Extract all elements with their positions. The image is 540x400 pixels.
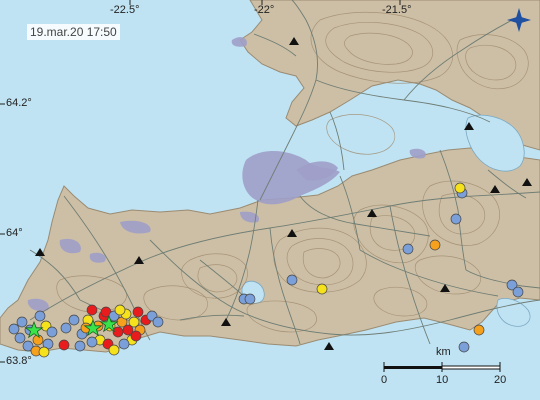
longitude-label: -22.5° bbox=[110, 4, 140, 16]
earthquake-marker bbox=[108, 344, 120, 356]
scale-tick-10: 10 bbox=[436, 374, 449, 386]
earthquake-marker bbox=[473, 324, 485, 336]
scale-bar: km 0 10 20 bbox=[380, 346, 512, 390]
latitude-label: 64.2° bbox=[6, 97, 32, 109]
earthquake-marker bbox=[58, 339, 70, 351]
earthquake-marker bbox=[16, 316, 28, 328]
earthquake-marker bbox=[8, 323, 20, 335]
earthquake-marker bbox=[114, 304, 126, 316]
earthquake-marker bbox=[74, 340, 86, 352]
earthquake-marker bbox=[86, 304, 98, 316]
latitude-label: 63.8° bbox=[6, 355, 32, 367]
latitude-label: 64° bbox=[6, 227, 23, 239]
map-canvas[interactable]: -22.5° -22° -21.5° 64.2° 64° 63.8° 19.ma… bbox=[0, 0, 540, 400]
earthquake-marker bbox=[118, 338, 130, 350]
earthquake-marker bbox=[86, 336, 98, 348]
longitude-label: -22° bbox=[254, 4, 275, 16]
timestamp-label: 19.mar.20 17:50 bbox=[27, 24, 120, 40]
earthquake-marker bbox=[402, 243, 414, 255]
earthquake-marker bbox=[316, 283, 328, 295]
earthquake-marker bbox=[60, 322, 72, 334]
earthquake-marker bbox=[450, 213, 462, 225]
earthquake-marker bbox=[130, 330, 142, 342]
earthquake-marker bbox=[512, 286, 524, 298]
scale-tick-20: 20 bbox=[494, 374, 507, 386]
earthquake-marker bbox=[152, 316, 164, 328]
map-svg bbox=[0, 0, 540, 400]
earthquake-marker bbox=[14, 332, 26, 344]
scale-unit: km bbox=[436, 346, 451, 358]
earthquake-marker bbox=[68, 314, 80, 326]
earthquake-marker bbox=[454, 182, 466, 194]
earthquake-marker bbox=[429, 239, 441, 251]
north-compass-icon bbox=[507, 8, 531, 32]
earthquake-marker bbox=[46, 326, 58, 338]
scale-tick-0: 0 bbox=[381, 374, 388, 386]
earthquake-marker bbox=[244, 293, 256, 305]
longitude-label: -21.5° bbox=[382, 4, 412, 16]
earthquake-marker bbox=[38, 346, 50, 358]
earthquake-marker bbox=[34, 310, 46, 322]
earthquake-marker bbox=[132, 306, 144, 318]
earthquake-marker bbox=[286, 274, 298, 286]
earthquake-marker bbox=[112, 326, 124, 338]
